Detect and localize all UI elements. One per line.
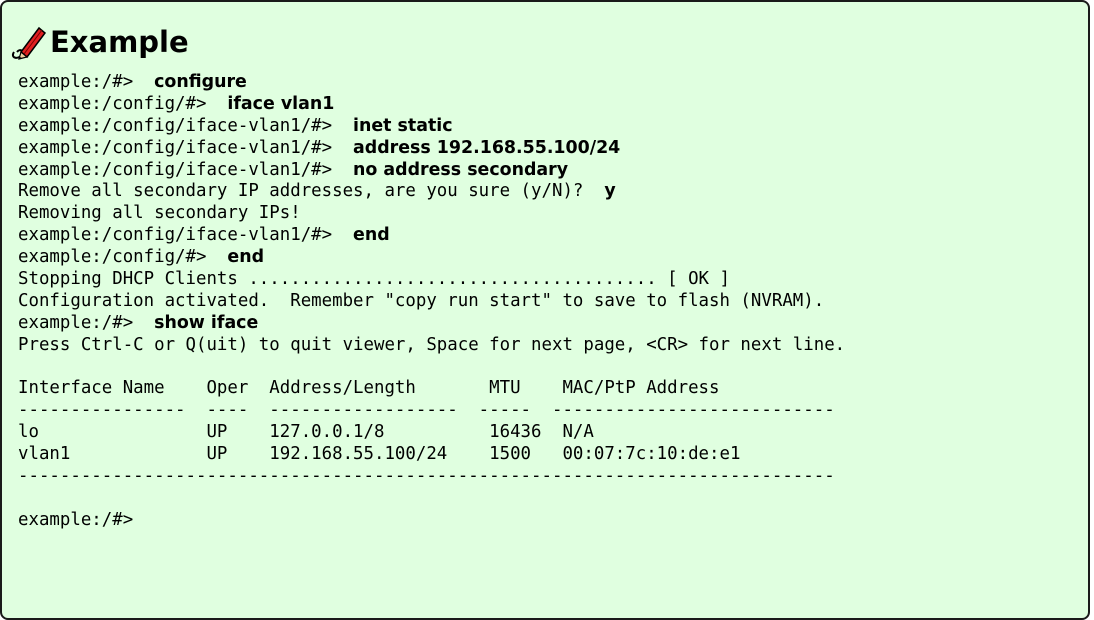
terminal-line: ----------------------------------------… [18, 466, 845, 488]
terminal-line: Remove all secondary IP addresses, are y… [18, 181, 845, 203]
terminal-prompt: example:/config/#> [18, 247, 228, 268]
terminal-line: example:/#> show iface [18, 313, 845, 335]
terminal-prompt: example:/config/iface-vlan1/#> [18, 137, 354, 158]
terminal-line: example:/config/iface-vlan1/#> end [18, 225, 845, 247]
terminal-output: example:/#> configure example:/config/#> … [18, 72, 845, 532]
terminal-prompt: Remove all secondary IP addresses, are y… [18, 181, 605, 202]
terminal-line: vlan1 UP 192.168.55.100/24 1500 00:07:7c… [18, 444, 845, 466]
terminal-command: no address secondary [353, 159, 569, 180]
table-row: lo UP 127.0.0.1/8 16436 N/A [18, 422, 594, 443]
terminal-prompt: example:/config/iface-vlan1/#> [18, 115, 354, 136]
terminal-command: address 192.168.55.100/24 [353, 137, 621, 158]
terminal-prompt: example:/#> [18, 312, 155, 333]
terminal-line: Stopping DHCP Clients ..................… [18, 269, 845, 291]
table-separator: ----------------------------------------… [18, 466, 835, 487]
terminal-line: example:/config/iface-vlan1/#> inet stat… [18, 116, 845, 138]
terminal-line: example:/#> configure [18, 72, 845, 94]
pencil-icon [8, 22, 48, 62]
terminal-line: Interface Name Oper Address/Length MTU M… [18, 378, 845, 400]
terminal-command: y [604, 181, 616, 202]
terminal-prompt: example:/config/iface-vlan1/#> [18, 159, 354, 180]
table-row: vlan1 UP 192.168.55.100/24 1500 00:07:7c… [18, 444, 741, 465]
terminal-prompt: Press Ctrl-C or Q(uit) to quit viewer, S… [18, 334, 846, 355]
terminal-prompt: example:/config/iface-vlan1/#> [18, 225, 354, 246]
terminal-command: show iface [154, 312, 259, 333]
example-box: Example example:/#> configure example:/co… [0, 0, 1090, 620]
terminal-line: lo UP 127.0.0.1/8 16436 N/A [18, 422, 845, 444]
terminal-line: ---------------- ---- ------------------… [18, 400, 845, 422]
terminal-command: end [353, 225, 390, 246]
terminal-line: example:/config/#> iface vlan1 [18, 94, 845, 116]
terminal-line: Press Ctrl-C or Q(uit) to quit viewer, S… [18, 335, 845, 357]
terminal-command: configure [154, 72, 247, 92]
terminal-line: Configuration activated. Remember "copy … [18, 291, 845, 313]
terminal-prompt: Configuration activated. Remember "copy … [18, 290, 825, 311]
terminal-command: end [227, 247, 265, 268]
table-separator: ---------------- ---- ------------------… [18, 400, 835, 421]
terminal-line: example:/config/iface-vlan1/#> no addres… [18, 160, 845, 182]
terminal-line: example:/config/iface-vlan1/#> address 1… [18, 138, 845, 160]
terminal-command: iface vlan1 [227, 93, 335, 114]
terminal-line: Removing all secondary IPs! [18, 203, 845, 225]
terminal-prompt: example:/#> [18, 509, 134, 530]
terminal-prompt: example:/config/#> [18, 93, 228, 114]
example-header: Example [8, 22, 189, 62]
table-header: Interface Name Oper Address/Length MTU M… [18, 378, 720, 399]
terminal-line: example:/config/#> end [18, 247, 845, 269]
terminal-line: example:/#> [18, 510, 845, 532]
terminal-prompt: Removing all secondary IPs! [18, 203, 301, 224]
example-title: Example [50, 25, 189, 59]
terminal-command: inet static [353, 115, 453, 136]
terminal-prompt: example:/#> [18, 72, 155, 92]
terminal-prompt: Stopping DHCP Clients ..................… [18, 269, 730, 290]
